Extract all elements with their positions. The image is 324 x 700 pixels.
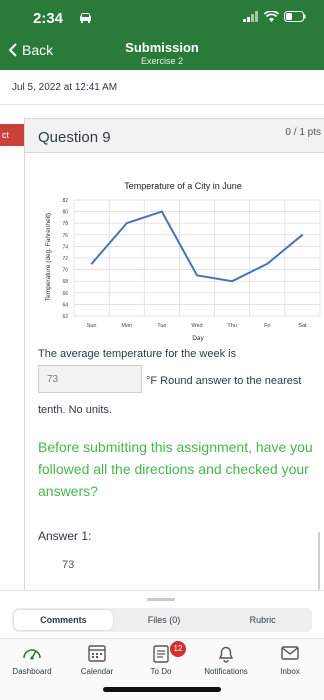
app-root: 2:34 Back Submission Exercise 2 Jul 5, 2… (0, 0, 324, 700)
chart-y-tick-label: 76 (62, 233, 68, 239)
answer-label: Answer 1: (38, 529, 92, 543)
tabbar-label-inbox: Inbox (280, 667, 300, 676)
scrollbar[interactable] (318, 532, 320, 590)
tabbar-dashboard[interactable]: Dashboard (0, 643, 64, 676)
header-bar: 2:34 Back Submission Exercise 2 (0, 0, 324, 70)
chart-y-tick-label: 74 (62, 244, 68, 250)
temperature-chart: Temperature of a City in June Temperatur… (45, 181, 321, 342)
divider (0, 104, 324, 105)
chart-data-point (196, 274, 198, 277)
submission-notice: Before submitting this assignment, have … (38, 439, 313, 499)
submission-timestamp: Jul 5, 2022 at 12:41 AM (12, 82, 118, 93)
tab-files[interactable]: Files (0) (115, 608, 214, 632)
chart-x-tick-label: Mon (121, 323, 132, 329)
chart-x-tick-label: Wed (191, 323, 202, 329)
todo-badge: 12 (170, 641, 186, 657)
home-indicator (103, 687, 221, 692)
chart-y-tick-label: 66 (62, 291, 68, 297)
wifi-icon (264, 11, 279, 22)
question-points: 0 / 1 pts (285, 127, 321, 138)
inbox-icon (281, 646, 299, 660)
chart-y-tick-label: 72 (62, 256, 68, 262)
status-time: 2:34 (33, 10, 64, 27)
status-indicators (243, 11, 306, 22)
tabbar-label-todo: To Do (150, 667, 172, 676)
question-title: Question 9 (38, 129, 111, 146)
question-header: Question 9 0 / 1 pts (25, 119, 324, 153)
bell-icon (218, 646, 234, 663)
chart-y-tick-label: 82 (62, 198, 68, 204)
question-prompt: The average temperature for the week is (38, 348, 237, 360)
answer-display: 73 (62, 559, 75, 571)
answer-input[interactable]: 73 (38, 365, 142, 393)
dashboard-icon (23, 649, 41, 660)
chart-x-axis-label: Day (192, 335, 204, 342)
chart-data-point (125, 222, 128, 224)
tabbar-notifications[interactable]: Notifications (194, 643, 258, 676)
chart-x-tick-label: Thu (227, 323, 236, 329)
unit-instructions: °F Round answer to the nearest (146, 375, 302, 387)
left-edge-tab[interactable]: ct (0, 124, 24, 146)
drawer-tabs: Comments Files (0) Rubric (12, 608, 312, 632)
battery-icon (284, 11, 306, 22)
chart-data-point (231, 280, 233, 282)
chart-data-point (266, 263, 269, 265)
chart-y-tick-label: 78 (62, 221, 68, 227)
chart-title: Temperature of a City in June (124, 181, 242, 191)
signal-icon (243, 11, 258, 22)
chart-data-point (90, 263, 93, 265)
unit-instructions-continued: tenth. No units. (38, 404, 112, 416)
chart-y-axis-label: Temperature (deg. Fahrenheit) (45, 213, 52, 301)
tabbar-label-calendar: Calendar (80, 667, 114, 676)
chart-y-tick-label: 80 (62, 210, 68, 216)
tabbar-label-dashboard: Dashboard (12, 667, 52, 676)
chart-y-tick-label: 70 (62, 268, 68, 274)
chart-x-tick-label: Sun (87, 323, 97, 329)
drawer-handle[interactable] (147, 598, 175, 601)
header-subtitle: Exercise 2 (140, 56, 184, 66)
chart-data-point (161, 210, 163, 213)
car-icon (80, 13, 91, 23)
tabbar-label-notifications: Notifications (204, 667, 248, 676)
tab-comments[interactable]: Comments (14, 610, 113, 630)
chart-data-point (301, 234, 304, 236)
tabbar-inbox[interactable]: Inbox (258, 643, 322, 676)
chart-x-tick-label: Fri (264, 323, 270, 329)
chart-y-tick-label: 64 (62, 302, 68, 308)
chart-x-tick-label: Tue (157, 323, 166, 329)
chart-x-tick-label: Sat (298, 323, 307, 329)
header-title: Submission (125, 40, 199, 55)
tabbar-calendar[interactable]: Calendar (65, 643, 129, 676)
chart-y-tick-label: 62 (62, 314, 68, 320)
calendar-icon (88, 645, 106, 662)
todo-icon (153, 645, 169, 663)
chart-y-tick-label: 68 (62, 279, 68, 285)
tab-rubric[interactable]: Rubric (213, 608, 312, 632)
